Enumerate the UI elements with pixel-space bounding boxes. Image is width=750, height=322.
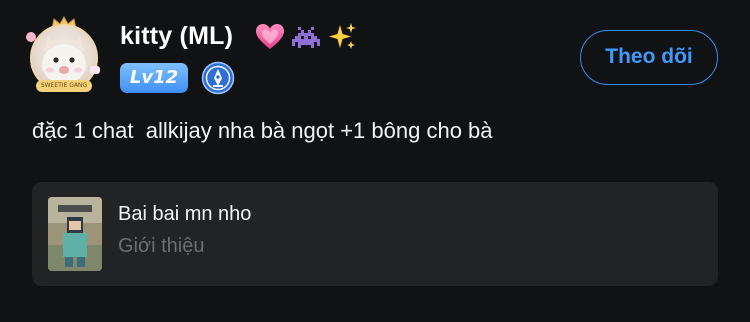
linked-post-thumbnail (48, 197, 102, 271)
avatar-frame-tag: SWEETIE GANG (36, 80, 92, 92)
author-name[interactable]: kitty (ML) (120, 22, 233, 51)
sparkles-icon (329, 23, 356, 49)
character-thumbnail-icon (48, 197, 102, 271)
level-badge[interactable]: Lv12 (120, 63, 188, 93)
post-text: đặc 1 chat allkijay nha bà ngọt +1 bông … (32, 118, 493, 143)
author-emoji-badges (254, 20, 358, 54)
pink-heart-icon (256, 24, 284, 49)
linked-post-card[interactable]: Bai bai mn nho Giới thiệu (32, 182, 718, 286)
space-invader-icon (292, 27, 320, 48)
creator-medal-icon[interactable] (201, 61, 235, 95)
frame-tag-decoration (90, 66, 100, 74)
author-avatar[interactable]: SWEETIE GANG (26, 16, 102, 96)
follow-button[interactable]: Theo dõi (580, 30, 718, 85)
linked-post-title: Bai bai mn nho (118, 203, 252, 225)
linked-post-subtitle: Giới thiệu (118, 235, 205, 257)
